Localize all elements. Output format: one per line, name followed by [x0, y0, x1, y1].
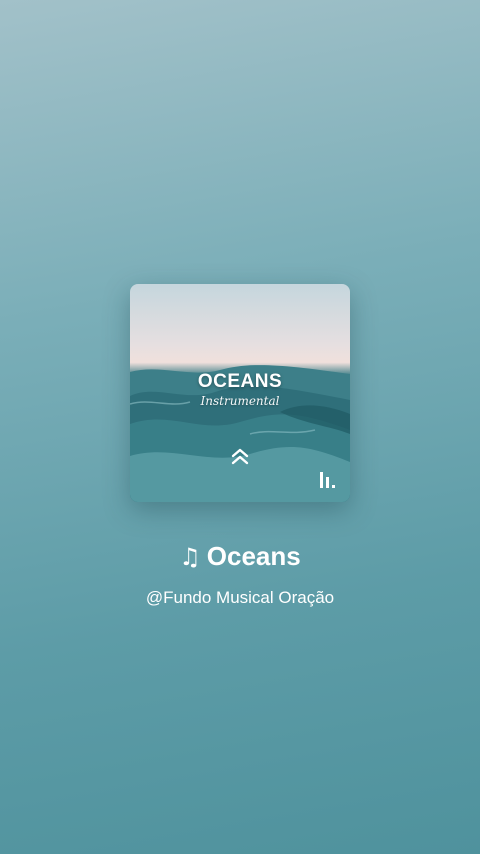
track-title: ♫ Oceans [0, 541, 480, 572]
brand-logo-icon [320, 472, 335, 488]
chevron-up-double-icon[interactable] [230, 447, 250, 467]
album-cover[interactable]: OCEANS Instrumental [130, 284, 350, 502]
cover-title: OCEANS [197, 371, 283, 392]
music-note-icon: ♫ [179, 543, 201, 571]
cover-subtitle: Instrumental [200, 394, 280, 408]
ocean-waves-image [130, 365, 350, 502]
track-title-text: Oceans [206, 541, 301, 571]
artist-handle[interactable]: @Fundo Musical Oração [0, 588, 480, 608]
